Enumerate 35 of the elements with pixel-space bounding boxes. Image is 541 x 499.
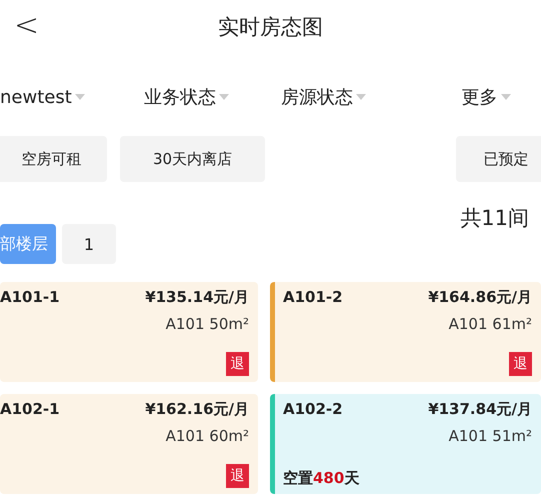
filter-dropdown[interactable]: 更多 <box>462 85 510 109</box>
filter-chip[interactable]: 已预定 <box>456 136 541 182</box>
checkout-badge: 退 <box>226 464 249 488</box>
dropdown-caret-icon <box>74 94 85 100</box>
room-card[interactable]: A102-2 ¥137.84元/月 A101 51m² 空置480天 <box>270 394 541 494</box>
filter-chip[interactable]: 空房可租 <box>0 136 107 182</box>
room-name: A102-1 <box>0 400 61 419</box>
dropdown-caret-icon <box>219 94 229 100</box>
room-price: ¥162.16元/月 <box>145 400 249 419</box>
page-title: 实时房态图 <box>218 14 323 41</box>
dropdown-caret-icon <box>500 94 510 100</box>
filter-dropdown[interactable]: newtest <box>0 86 85 108</box>
checkout-badge: 退 <box>509 352 532 376</box>
room-count: 共11间 <box>460 205 529 232</box>
filter-dropdown[interactable]: 房源状态 <box>281 85 366 109</box>
room-area: A101 51m² <box>428 427 532 445</box>
dropdown-caret-icon <box>356 94 366 100</box>
room-area: A101 61m² <box>428 315 532 333</box>
room-price: ¥135.14元/月 <box>145 288 249 307</box>
room-area: A101 50m² <box>145 315 249 333</box>
room-area: A101 60m² <box>145 427 249 445</box>
filter-dropdown[interactable]: 业务状态 <box>136 85 229 109</box>
vacancy-text: 空置480天 <box>283 469 360 488</box>
floor-tab[interactable]: 1 <box>62 224 116 264</box>
room-card[interactable]: A102-1 ¥162.16元/月 A101 60m² 退 <box>0 394 258 494</box>
room-card[interactable]: A101-1 ¥135.14元/月 A101 50m² 退 <box>0 282 258 382</box>
room-name: A101-1 <box>0 288 61 307</box>
filter-chip[interactable]: 30天内离店 <box>120 136 265 182</box>
room-card[interactable]: A101-2 ¥164.86元/月 A101 61m² 退 <box>270 282 541 382</box>
checkout-badge: 退 <box>226 352 249 376</box>
room-price: ¥137.84元/月 <box>428 400 532 419</box>
room-price: ¥164.86元/月 <box>428 288 532 307</box>
room-name: A101-2 <box>283 288 344 307</box>
room-name: A102-2 <box>283 400 344 419</box>
back-button[interactable]: < <box>8 8 46 43</box>
